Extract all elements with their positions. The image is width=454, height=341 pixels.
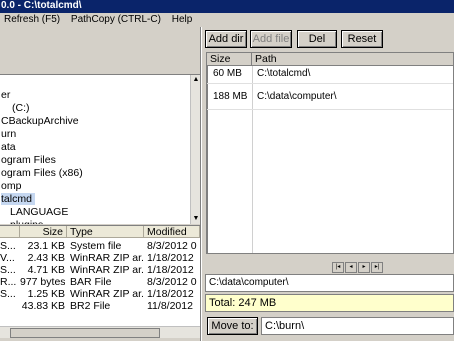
grid-path-cell[interactable]: C:\data\computer\ [254, 91, 452, 103]
grid-col-size-header[interactable]: Size [207, 53, 252, 66]
file-size: 977 bytes [20, 276, 65, 288]
tree-item[interactable]: LANGUAGE [10, 206, 68, 218]
col-size-header[interactable]: Size [20, 226, 67, 238]
file-type: WinRAR ZIP ar... [70, 264, 144, 276]
grid-size-cell[interactable]: 188 MB [210, 91, 252, 103]
menu-refresh[interactable]: Refresh (F5) [0, 13, 64, 26]
col-modified-header[interactable]: Modified [144, 226, 200, 238]
file-modified: 8/3/2012 0 [147, 276, 197, 288]
file-type: WinRAR ZIP ar... [70, 252, 144, 264]
tree-item[interactable]: ogram Files (x86) [1, 167, 83, 179]
delete-button[interactable]: Del [297, 30, 337, 48]
nav-last-icon[interactable]: ▸| [371, 262, 383, 273]
tree-scrollbar[interactable]: ▲ ▼ [190, 75, 200, 224]
tree-item-selected[interactable]: talcmd [1, 193, 35, 205]
file-name[interactable]: S... [0, 240, 20, 252]
grid-row-divider [207, 83, 453, 84]
app-window: 0.0 - C:\totalcmd\ Refresh (F5) PathCopy… [0, 0, 454, 341]
file-name[interactable]: R... [0, 276, 20, 288]
file-name[interactable]: V... [0, 252, 20, 264]
file-list[interactable]: Size Type Modified S... 23.1 KB System f… [0, 225, 200, 326]
title-bar: 0.0 - C:\totalcmd\ [0, 0, 454, 13]
nav-prev-icon[interactable]: ◂ [345, 262, 357, 273]
grid-col-path-header[interactable]: Path [252, 53, 453, 66]
file-size: 43.83 KB [21, 300, 65, 312]
file-name[interactable]: S... [0, 264, 20, 276]
col-name-header[interactable] [0, 226, 20, 238]
file-size: 1.25 KB [27, 288, 65, 300]
file-type: BAR File [70, 276, 112, 288]
total-size-label: Total: 247 MB [205, 294, 454, 312]
menu-help[interactable]: Help [168, 13, 197, 26]
grid-divider [252, 66, 253, 253]
tree-item[interactable]: CBackupArchive [1, 115, 79, 127]
splitter[interactable] [200, 27, 202, 341]
left-top-panel [0, 27, 200, 73]
grid-row-divider [207, 109, 453, 110]
file-type: WinRAR ZIP ar... [70, 288, 144, 300]
grid-path-cell[interactable]: C:\totalcmd\ [254, 68, 452, 80]
grid-divider [207, 66, 208, 253]
folder-tree[interactable]: er (C:) CBackupArchive urn ata ogram Fil… [0, 74, 200, 224]
file-modified: 11/8/2012 [147, 300, 193, 312]
grid-size-cell[interactable]: 60 MB [210, 68, 252, 80]
col-type-header[interactable]: Type [67, 226, 144, 238]
nav-first-icon[interactable]: |◂ [332, 262, 344, 273]
tree-item[interactable]: er [1, 89, 10, 101]
add-file-button[interactable]: Add file [250, 30, 292, 48]
file-name[interactable] [0, 300, 20, 312]
tree-item[interactable]: (C:) [12, 102, 30, 114]
tree-item[interactable]: plugins [10, 219, 43, 224]
move-to-button[interactable]: Move to: [207, 317, 258, 335]
file-modified: 1/18/2012 [147, 252, 194, 264]
scroll-up-icon[interactable]: ▲ [191, 75, 200, 85]
file-size: 23.1 KB [27, 240, 65, 252]
menu-bar: Refresh (F5) PathCopy (CTRL-C) Help [0, 13, 454, 26]
current-path-field[interactable]: C:\data\computer\ [205, 274, 454, 292]
file-list-hscrollbar[interactable] [0, 326, 200, 338]
nav-next-icon[interactable]: ▸ [358, 262, 370, 273]
nav-buttons: |◂ ◂ ▸ ▸| [332, 259, 384, 273]
file-name[interactable]: S... [0, 288, 20, 300]
file-type: BR2 File [70, 300, 111, 312]
menu-pathcopy[interactable]: PathCopy (CTRL-C) [67, 13, 165, 26]
file-modified: 1/18/2012 [147, 264, 194, 276]
size-grid[interactable]: Size Path 60 MB C:\totalcmd\ 188 MB C:\d… [206, 52, 454, 254]
hscroll-thumb[interactable] [10, 328, 160, 338]
window-title: 0.0 - C:\totalcmd\ [1, 0, 82, 11]
file-type: System file [70, 240, 122, 252]
tree-item[interactable]: ogram Files [1, 154, 56, 166]
move-to-input[interactable]: C:\burn\ [261, 317, 454, 335]
tree-item[interactable]: omp [1, 180, 21, 192]
file-size: 4.71 KB [27, 264, 65, 276]
reset-button[interactable]: Reset [341, 30, 383, 48]
add-dir-button[interactable]: Add dir [205, 30, 247, 48]
file-modified: 8/3/2012 0 [147, 240, 197, 252]
scroll-down-icon[interactable]: ▼ [191, 214, 200, 224]
file-modified: 1/18/2012 [147, 288, 194, 300]
tree-item[interactable]: ata [1, 141, 16, 153]
file-size: 2.43 KB [27, 252, 65, 264]
tree-item[interactable]: urn [1, 128, 16, 140]
